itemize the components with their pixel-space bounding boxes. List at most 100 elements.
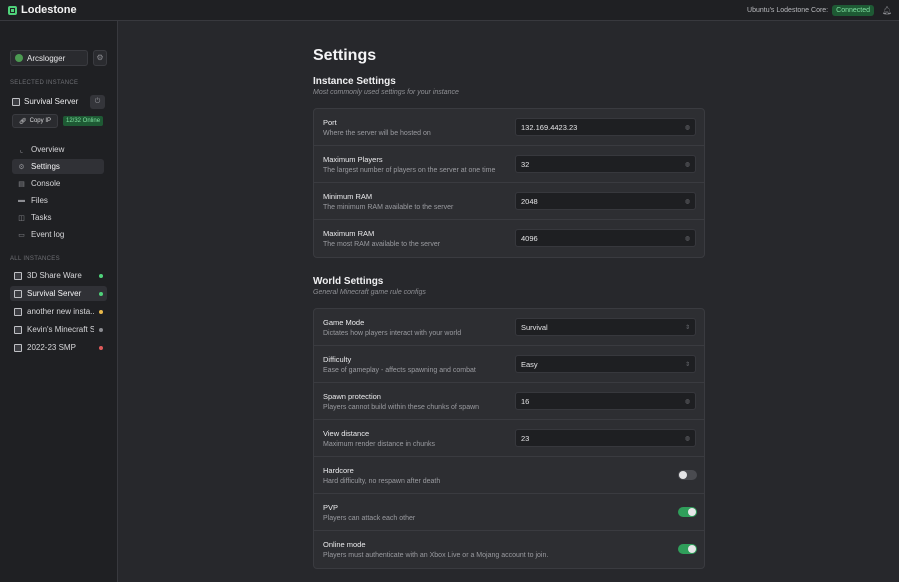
- instance-label: 3D Share Ware: [27, 271, 82, 280]
- setting-description: Hard difficulty, no respawn after death: [323, 478, 441, 485]
- select-value: Survival: [521, 322, 548, 332]
- setting-description: The minimum RAM available to the server: [323, 204, 454, 211]
- setting-label: Spawn protection: [323, 392, 381, 401]
- setting-label: Maximum RAM: [323, 229, 375, 238]
- setting-description: Dictates how players interact with your …: [323, 330, 462, 337]
- online-mode-toggle[interactable]: [678, 544, 697, 554]
- setting-row-port: Port Where the server will be hosted on …: [314, 109, 704, 146]
- sidebar: Arcslogger ⚙ SELECTED INSTANCE Survival …: [0, 21, 118, 582]
- nav-files[interactable]: ▬ Files: [12, 193, 104, 208]
- world-settings-card: Game Mode Dictates how players interact …: [313, 308, 705, 569]
- toggle-knob: [688, 508, 696, 516]
- status-dot: [99, 327, 103, 332]
- setting-description: Where the server will be hosted on: [323, 130, 431, 137]
- world-settings-title: World Settings: [313, 276, 384, 287]
- input-value: 2048: [521, 196, 538, 206]
- setting-row-game-mode: Game Mode Dictates how players interact …: [314, 309, 704, 346]
- setting-label: View distance: [323, 429, 370, 438]
- setting-description: The most RAM available to the server: [323, 241, 441, 248]
- user-name: Arcslogger: [27, 53, 66, 63]
- hardcore-toggle[interactable]: [678, 470, 697, 480]
- difficulty-select[interactable]: Easy ⇕: [515, 355, 696, 373]
- status-dot: [99, 345, 103, 350]
- select-value: Easy: [521, 359, 538, 369]
- nav-event-log[interactable]: ▭ Event log: [12, 227, 104, 242]
- link-icon: 🔗︎: [19, 118, 27, 125]
- instance-icon: [12, 97, 20, 106]
- edit-icon: ◍: [684, 161, 690, 168]
- spawn-protection-input[interactable]: 16 ◍: [515, 392, 696, 410]
- core-label: Ubuntu's Lodestone Core:: [747, 6, 829, 14]
- nav-overview[interactable]: ⌞ Overview: [12, 142, 104, 157]
- edit-icon: ◍: [684, 435, 690, 442]
- sliders-icon: ⚙: [18, 163, 25, 171]
- nav-label: Overview: [31, 145, 65, 154]
- pvp-toggle[interactable]: [678, 507, 697, 517]
- list-item[interactable]: Survival Server: [10, 286, 107, 301]
- max-players-input[interactable]: 32 ◍: [515, 155, 696, 173]
- list-item[interactable]: another new insta...: [10, 304, 107, 319]
- setting-label: Game Mode: [323, 318, 365, 327]
- avatar: [15, 54, 23, 62]
- setting-label: Difficulty: [323, 355, 352, 364]
- input-value: 32: [521, 159, 530, 169]
- selected-instance-title: Survival Server: [24, 97, 79, 106]
- all-instances-label: ALL INSTANCES: [10, 256, 60, 262]
- power-button[interactable]: ⏻: [90, 95, 105, 109]
- setting-label: Minimum RAM: [323, 192, 373, 201]
- game-mode-select[interactable]: Survival ⇕: [515, 318, 696, 336]
- list-item[interactable]: 2022-23 SMP: [10, 340, 107, 355]
- terminal-icon: ▤: [18, 180, 25, 188]
- setting-row-hardcore: Hardcore Hard difficulty, no respawn aft…: [314, 457, 704, 494]
- nav-console[interactable]: ▤ Console: [12, 176, 104, 191]
- edit-icon: ◍: [684, 124, 690, 131]
- toggle-knob: [679, 471, 687, 479]
- nav-settings[interactable]: ⚙ Settings: [12, 159, 104, 174]
- instance-settings-subtitle: Most commonly used settings for your ins…: [313, 89, 459, 96]
- input-value: 23: [521, 433, 530, 443]
- user-settings-gear-icon[interactable]: ⚙: [93, 50, 107, 66]
- instance-label: another new insta...: [27, 307, 94, 316]
- copy-ip-button[interactable]: 🔗︎ Copy IP: [12, 114, 58, 128]
- bell-icon[interactable]: 🔔︎: [882, 6, 892, 15]
- min-ram-input[interactable]: 2048 ◍: [515, 192, 696, 210]
- instance-nav: ⌞ Overview ⚙ Settings ▤ Console ▬ Files …: [12, 142, 104, 244]
- instance-label: Kevin's Minecraft S...: [27, 325, 94, 334]
- nav-label: Event log: [31, 230, 65, 239]
- instance-label: Survival Server: [27, 289, 82, 298]
- connection-status-badge: Connected: [832, 4, 874, 16]
- view-distance-input[interactable]: 23 ◍: [515, 429, 696, 447]
- selected-instance-label: SELECTED INSTANCE: [10, 80, 79, 86]
- list-item[interactable]: 3D Share Ware: [10, 268, 107, 283]
- port-input[interactable]: 132.169.4423.23 ◍: [515, 118, 696, 136]
- instance-icon: [14, 271, 22, 280]
- setting-description: The largest number of players on the ser…: [323, 167, 496, 174]
- setting-row-online-mode: Online mode Players must authenticate wi…: [314, 531, 704, 568]
- top-bar: Lodestone Ubuntu's Lodestone Core: Conne…: [0, 0, 899, 21]
- app-logo[interactable]: Lodestone: [8, 4, 77, 16]
- instance-icon: [14, 307, 22, 316]
- chevron-up-down-icon: ⇕: [684, 324, 690, 331]
- setting-row-max-players: Maximum Players The largest number of pl…: [314, 146, 704, 183]
- instance-settings-title: Instance Settings: [313, 76, 396, 87]
- instance-icon: [14, 289, 22, 298]
- setting-row-spawn-protection: Spawn protection Players cannot build wi…: [314, 383, 704, 420]
- edit-icon: ◍: [684, 398, 690, 405]
- status-dot: [99, 309, 103, 314]
- instance-settings-card: Port Where the server will be hosted on …: [313, 108, 705, 258]
- max-ram-input[interactable]: 4096 ◍: [515, 229, 696, 247]
- toggle-knob: [688, 545, 696, 553]
- setting-label: Port: [323, 118, 337, 127]
- setting-label: Hardcore: [323, 466, 354, 475]
- input-value: 132.169.4423.23: [521, 122, 578, 132]
- nav-tasks[interactable]: ◫ Tasks: [12, 210, 104, 225]
- user-menu[interactable]: Arcslogger: [10, 50, 88, 66]
- setting-row-pvp: PVP Players can attack each other: [314, 494, 704, 531]
- setting-label: Maximum Players: [323, 155, 383, 164]
- setting-label: PVP: [323, 503, 339, 512]
- setting-label: Online mode: [323, 540, 366, 549]
- list-item[interactable]: Kevin's Minecraft S...: [10, 322, 107, 337]
- nav-label: Files: [31, 196, 48, 205]
- page-title: Settings: [313, 47, 377, 64]
- edit-icon: ◍: [684, 235, 690, 242]
